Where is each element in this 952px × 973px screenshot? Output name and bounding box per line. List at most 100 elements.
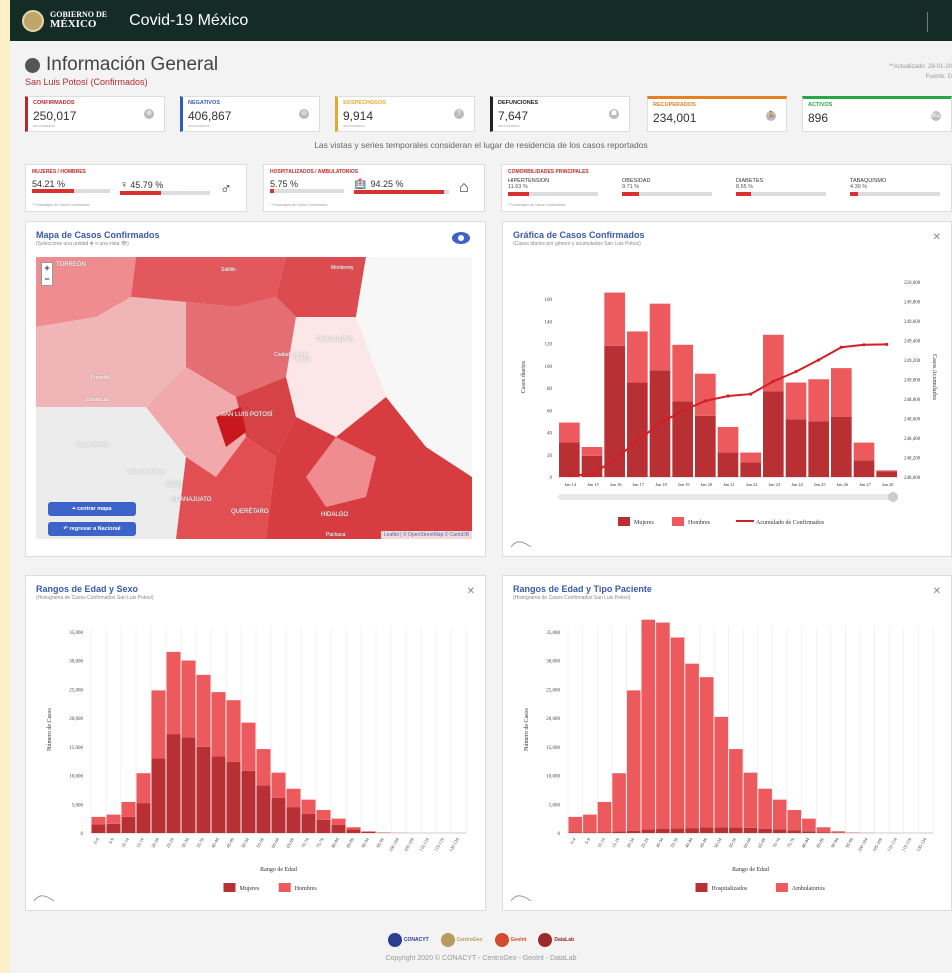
bar-hospitalizados[interactable] [714,827,729,833]
bar-hospitalizados[interactable] [597,832,612,833]
bar-ambulatorios[interactable] [597,801,612,833]
bar-ambulatorios[interactable] [656,622,670,829]
bar-hospitalizados[interactable] [641,829,656,833]
legend-label[interactable]: Hombres [688,520,711,526]
point-acumulado[interactable] [726,394,730,398]
bar-mujeres[interactable] [785,419,807,477]
bar-hospitalizados[interactable] [568,832,583,833]
bar-hospitalizados[interactable] [772,829,787,833]
bar-hombres[interactable] [166,651,181,735]
app-title[interactable]: Covid-19 México [129,12,248,30]
bar-ambulatorios[interactable] [685,663,699,829]
bar-mujeres[interactable] [151,758,166,833]
bar-hombres[interactable] [331,818,346,825]
bar-hombres[interactable] [151,690,166,759]
bar-hombres[interactable] [853,442,875,461]
bar-mujeres[interactable] [211,756,226,833]
bar-hospitalizados[interactable] [612,831,626,833]
bar-mujeres[interactable] [672,401,693,477]
bar-mujeres[interactable] [763,391,784,477]
point-acumulado[interactable] [681,409,685,413]
bar-mujeres[interactable] [301,814,316,833]
point-acumulado[interactable] [817,358,821,362]
bar-hombres[interactable] [256,749,271,786]
gobierno-logo[interactable]: GOBIERNO DE MÉXICO [22,9,107,32]
choropleth-map[interactable]: + − TORREÓN Saltillo Monterrey TAMAULIPAS Ciu… [36,257,472,539]
bar-hombres[interactable] [361,831,376,832]
point-acumulado[interactable] [885,342,889,346]
bar-hombres[interactable] [211,692,226,757]
point-acumulado[interactable] [771,379,775,383]
bar-hospitalizados[interactable] [583,832,597,833]
bar-hombres[interactable] [808,379,829,422]
bar-ambulatorios[interactable] [802,818,816,832]
logo-datalab[interactable]: DataLab [538,933,574,947]
bar-hombres[interactable] [91,816,106,825]
bar-hombres[interactable] [581,447,603,456]
point-acumulado[interactable] [794,370,798,374]
zoom-in-button[interactable]: + [42,263,52,274]
bar-ambulatorios[interactable] [831,831,845,833]
bar-mujeres[interactable] [181,737,196,833]
back-national-button[interactable]: ↶ regresar a Nacional [48,522,136,536]
bar-hombres[interactable] [740,452,761,463]
bar-mujeres[interactable] [106,823,121,833]
bar-hombres[interactable] [196,674,211,747]
legend-label[interactable]: Hospitalizados [712,886,748,892]
bar-ambulatorios[interactable] [699,677,714,828]
bar-hombres[interactable] [226,700,241,762]
stat-card-defunciones[interactable]: DEFUNCIONES 7,647 acumulados ☗ [490,96,630,132]
bar-hombres[interactable] [672,344,693,402]
bar-mujeres[interactable] [627,382,648,477]
legend-label[interactable]: Ambulatorios [792,886,826,892]
stat-card-negativos[interactable]: NEGATIVOS 406,867 acumulados ⊖ [180,96,320,132]
view-selector-eye-icon[interactable] [452,232,470,244]
bar-mujeres[interactable] [346,829,361,833]
bar-hombres[interactable] [346,827,361,830]
bar-mujeres[interactable] [808,421,829,477]
bar-hombres[interactable] [316,810,331,820]
bar-mujeres[interactable] [831,417,852,477]
point-acumulado[interactable] [749,392,753,396]
bar-hospitalizados[interactable] [626,830,641,833]
bar-mujeres[interactable] [316,819,331,833]
point-acumulado[interactable] [590,472,594,476]
bar-ambulatorios[interactable] [568,816,583,833]
bar-hospitalizados[interactable] [743,827,758,833]
logo-centrogeo[interactable]: CentroGeo [440,933,483,947]
stat-card-recuperados[interactable]: RECUPERADOS 234,001 🏃 [647,96,787,132]
bar-mujeres[interactable] [717,452,739,477]
bar-ambulatorios[interactable] [743,772,758,828]
bar-mujeres[interactable] [695,415,716,477]
legend-label[interactable]: Mujeres [240,886,260,892]
bar-ambulatorios[interactable] [772,799,787,830]
bar-ambulatorios[interactable] [670,637,685,829]
bar-mujeres[interactable] [361,831,376,833]
point-acumulado[interactable] [658,421,662,425]
range-handle[interactable] [888,492,898,502]
bar-hombres[interactable] [785,382,807,420]
logo-geoint[interactable]: GeoInt [494,933,526,947]
bar-mujeres[interactable] [91,824,106,833]
bar-hospitalizados[interactable] [699,827,714,833]
bar-hombres[interactable] [876,470,897,472]
bar-hombres[interactable] [604,292,625,346]
point-acumulado[interactable] [862,343,866,347]
bar-hospitalizados[interactable] [685,828,699,833]
bar-mujeres[interactable] [853,460,875,477]
bar-hombres[interactable] [241,722,256,771]
bar-ambulatorios[interactable] [714,716,729,828]
bar-ambulatorios[interactable] [816,827,831,833]
bar-hombres[interactable] [106,814,121,824]
bar-hombres[interactable] [286,788,301,808]
bar-ambulatorios[interactable] [626,690,641,831]
bar-mujeres[interactable] [196,746,211,833]
bar-mujeres[interactable] [271,797,286,833]
stat-card-sospechosos[interactable]: SOSPECHOSOS 9,914 acumulados? [335,96,475,132]
bar-hospitalizados[interactable] [802,831,816,833]
point-acumulado[interactable] [567,473,571,478]
point-acumulado[interactable] [613,457,617,462]
bar-hombres[interactable] [695,373,716,416]
age-type-chart[interactable]: 0 5,000 10,000 15,000 20,000 25,000 30,000 35,0… [513,611,943,901]
center-map-button[interactable]: ⌖ centrar mapa [48,502,136,516]
